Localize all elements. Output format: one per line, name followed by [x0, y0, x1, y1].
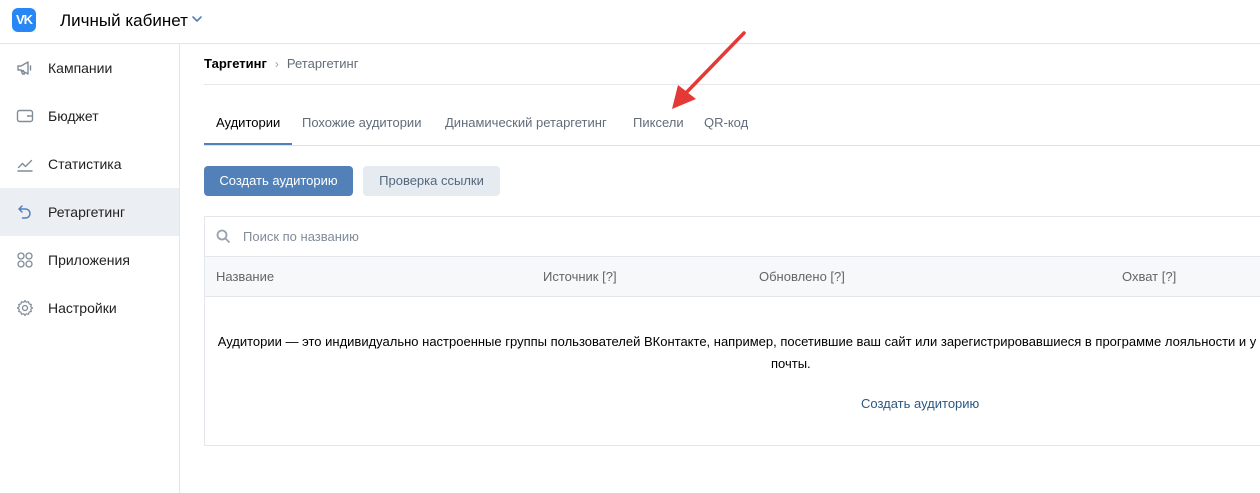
empty-state-description: Аудитории — это индивидуально настроенны… — [205, 331, 1260, 375]
column-header-source[interactable]: Источник [?] — [543, 269, 617, 284]
breadcrumb-targeting[interactable]: Таргетинг — [204, 56, 267, 71]
tab-lookalike-audiences[interactable]: Похожие аудитории — [302, 103, 421, 143]
sidebar-item-settings[interactable]: Настройки — [0, 284, 179, 332]
sidebar-item-budget[interactable]: Бюджет — [0, 92, 179, 140]
sidebar-item-apps[interactable]: Приложения — [0, 236, 179, 284]
column-header-reach[interactable]: Охват [?] — [1122, 269, 1176, 284]
wallet-icon — [16, 109, 34, 123]
apps-grid-icon — [17, 252, 33, 268]
search-input[interactable] — [243, 225, 1143, 247]
annotation-arrow-icon — [672, 31, 746, 109]
app-title[interactable]: Личный кабинет — [60, 11, 188, 31]
top-bar: VK Личный кабинет — [0, 0, 1260, 44]
breadcrumb: Таргетинг › Ретаргетинг — [204, 56, 358, 71]
column-header-name[interactable]: Название — [216, 269, 274, 284]
breadcrumb-separator: › — [274, 57, 279, 71]
create-audience-link[interactable]: Создать аудиторию — [861, 396, 979, 411]
gear-icon — [16, 299, 34, 317]
check-link-button[interactable]: Проверка ссылки — [363, 166, 500, 196]
tab-dynamic-retargeting[interactable]: Динамический ретаргетинг — [445, 103, 607, 143]
empty-state-line: Аудитории — это индивидуально настроенны… — [217, 334, 1257, 349]
undo-arrow-icon — [18, 205, 31, 219]
sidebar-item-campaigns[interactable]: Кампании — [0, 44, 179, 92]
sidebar-item-label: Приложения — [48, 252, 130, 268]
megaphone-icon — [17, 61, 32, 75]
sidebar-item-label: Кампании — [48, 60, 113, 76]
sidebar-item-retargeting[interactable]: Ретаргетинг — [0, 188, 179, 236]
chart-line-icon — [17, 159, 33, 172]
chevron-down-icon[interactable] — [191, 13, 203, 25]
create-audience-button[interactable]: Создать аудиторию — [204, 166, 353, 196]
vk-logo[interactable]: VK — [12, 8, 36, 32]
sidebar-item-statistics[interactable]: Статистика — [0, 140, 179, 188]
sidebar-item-label: Статистика — [48, 156, 122, 172]
search-icon — [216, 229, 230, 243]
sidebar-item-label: Бюджет — [48, 108, 99, 124]
sidebar-item-label: Настройки — [48, 300, 117, 316]
sidebar: Кампании Бюджет Статистика Ретаргетинг П… — [0, 44, 180, 493]
tab-audiences[interactable]: Аудитории — [204, 103, 293, 145]
table-header: Название Источник [?] Обновлено [?] Охва… — [205, 257, 1260, 297]
sidebar-item-label: Ретаргетинг — [48, 204, 126, 220]
audiences-table: Название Источник [?] Обновлено [?] Охва… — [204, 216, 1260, 446]
column-header-updated[interactable]: Обновлено [?] — [759, 269, 845, 284]
search-row — [205, 217, 1260, 257]
breadcrumb-retargeting: Ретаргетинг — [286, 56, 359, 71]
empty-state-line: почты. — [771, 356, 811, 371]
